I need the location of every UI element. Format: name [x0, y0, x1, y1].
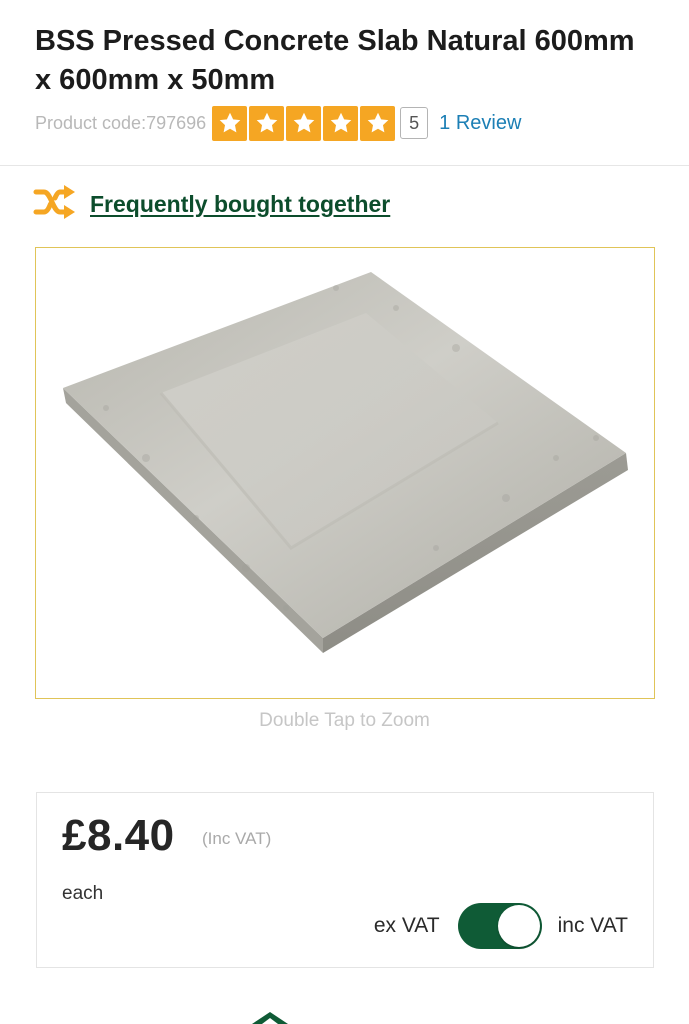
- price-unit: each: [62, 883, 104, 904]
- product-meta-row: Product code:797696 5 1 Review: [35, 104, 521, 142]
- product-code: Product code:797696: [35, 112, 207, 133]
- star-icon: [360, 105, 396, 141]
- shuffle-icon: [33, 182, 90, 227]
- frequently-bought-together[interactable]: Frequently bought together: [33, 184, 390, 224]
- vat-toggle-row: ex VAT inc VAT: [374, 903, 628, 949]
- rating-value-badge: 5: [400, 107, 429, 139]
- star-icon: [286, 105, 322, 141]
- product-image[interactable]: [35, 247, 655, 699]
- frequently-bought-together-link[interactable]: Frequently bought together: [90, 191, 390, 218]
- price-value: £8.40: [62, 811, 175, 860]
- toggle-knob: [497, 905, 540, 947]
- star-rating: [212, 105, 396, 141]
- star-icon: [212, 105, 248, 141]
- price-card: £8.40 (Inc VAT) each ex VAT inc VAT: [36, 792, 654, 968]
- brand-logo-icon: [252, 1012, 288, 1024]
- inc-vat-label[interactable]: inc VAT: [558, 914, 628, 938]
- zoom-hint: Double Tap to Zoom: [259, 710, 430, 731]
- vat-note: (Inc VAT): [202, 829, 272, 848]
- star-icon: [323, 105, 359, 141]
- product-title: BSS Pressed Concrete Slab Natural 600mm …: [35, 25, 635, 96]
- star-icon: [249, 105, 285, 141]
- vat-toggle[interactable]: [457, 903, 542, 949]
- header-divider: [0, 165, 689, 166]
- product-page: BSS Pressed Concrete Slab Natural 600mm …: [0, 0, 689, 1024]
- ex-vat-label[interactable]: ex VAT: [374, 914, 440, 938]
- reviews-link[interactable]: 1 Review: [439, 112, 521, 135]
- concrete-slab-image: [63, 272, 628, 653]
